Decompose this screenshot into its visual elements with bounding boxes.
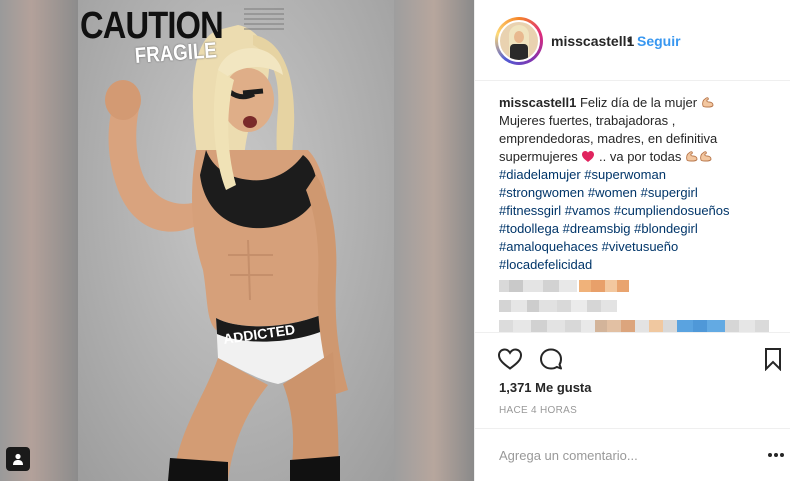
woman-figure-illustration: [105, 25, 348, 481]
post-header: misscastell1 • Seguir: [475, 0, 790, 81]
flexed-biceps-emoji-icon: [700, 151, 712, 162]
hashtag-line-5[interactable]: #amaloquehaces #vivetusueño: [499, 238, 783, 256]
post-actions-bar: [475, 332, 790, 382]
hashtag-line-3[interactable]: #fitnessgirl #vamos #cumpliendosueños: [499, 202, 783, 220]
comment-bar: [475, 428, 790, 481]
caption-line-4b: .. va por todas: [599, 149, 682, 164]
photo-credit-smallprint: [244, 8, 284, 32]
more-options-icon[interactable]: [767, 452, 785, 458]
flexed-biceps-emoji-icon: [701, 97, 714, 108]
comment-input[interactable]: [497, 443, 751, 467]
post-details-panel: misscastell1 • Seguir misscastell1 Feliz…: [474, 0, 790, 481]
blurred-comment-1: [499, 280, 639, 292]
post-caption: misscastell1 Feliz día de la mujer Mujer…: [499, 94, 783, 274]
avatar[interactable]: [498, 20, 540, 62]
caption-line-4a: supermujeres: [499, 149, 578, 164]
photo-blurred-backdrop-left: [0, 0, 78, 481]
blurred-comment-3: [499, 320, 769, 332]
hashtag-line-6[interactable]: #locadefelicidad: [499, 256, 783, 274]
caption-line-3: emprendedoras, madres, en definitiva: [499, 131, 718, 146]
likes-count[interactable]: 1,371 Me gusta: [499, 380, 592, 395]
flexed-biceps-emoji-icon: [686, 151, 698, 162]
header-separator-dot: •: [627, 32, 632, 48]
hashtag-line-1[interactable]: #diadelamujer #superwoman: [499, 166, 783, 184]
post-timestamp[interactable]: HACE 4 HORAS: [499, 405, 577, 416]
hashtag-line-4[interactable]: #todollega #dreamsbig #blondegirl: [499, 220, 783, 238]
hashtag-line-2[interactable]: #strongwomen #women #supergirl: [499, 184, 783, 202]
caption-line-2: Mujeres fuertes, trabajadoras ,: [499, 113, 676, 128]
caption-username-link[interactable]: misscastell1: [499, 95, 576, 110]
bookmark-icon[interactable]: [763, 347, 783, 371]
header-username-link[interactable]: misscastell1: [551, 33, 634, 49]
post-photo: CAUTION FRAGILE ADDICTED: [78, 0, 394, 481]
speech-bubble-icon[interactable]: [539, 347, 563, 371]
blurred-comment-2: [499, 300, 629, 312]
story-ring[interactable]: [495, 17, 543, 65]
follow-button[interactable]: Seguir: [637, 33, 681, 49]
caption-line-1: Feliz día de la mujer: [579, 95, 698, 110]
user-square-icon[interactable]: [6, 447, 30, 471]
post-media[interactable]: CAUTION FRAGILE ADDICTED: [0, 0, 474, 481]
photo-blurred-backdrop-right: [394, 0, 474, 481]
red-heart-emoji-icon: [582, 151, 595, 162]
heart-outline-icon[interactable]: [497, 347, 523, 371]
